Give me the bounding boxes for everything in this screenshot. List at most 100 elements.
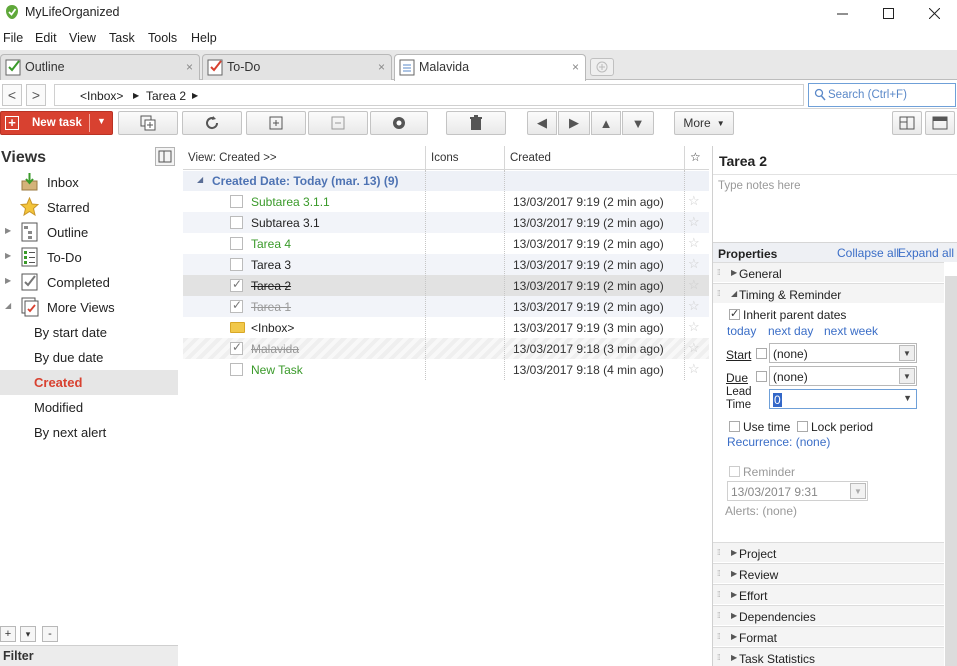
search-input[interactable]: Search (Ctrl+F) bbox=[828, 89, 907, 101]
section-task-statistics[interactable]: ⁞⁞ ▶ Task Statistics bbox=[713, 647, 944, 666]
view-starred[interactable]: Starred bbox=[0, 195, 178, 220]
view-options-button[interactable]: ▾ bbox=[20, 626, 36, 642]
task-checkbox[interactable] bbox=[230, 258, 243, 271]
tab-malavida[interactable]: Malavida × bbox=[394, 54, 586, 81]
move-down-button[interactable]: ▼ bbox=[622, 111, 654, 135]
add-view-button[interactable]: + bbox=[0, 626, 16, 642]
view-selector[interactable]: View: Created >> bbox=[188, 152, 277, 164]
task-checkbox[interactable] bbox=[230, 340, 243, 355]
inherit-dates-checkbox[interactable] bbox=[729, 307, 740, 320]
start-date-field[interactable]: (none) ▼ bbox=[769, 343, 917, 363]
tab-outline[interactable]: Outline × bbox=[0, 54, 200, 80]
view-by-due-date[interactable]: By due date bbox=[0, 345, 178, 370]
section-project[interactable]: ⁞⁞ ▶ Project bbox=[713, 542, 944, 562]
views-layout-button[interactable] bbox=[155, 147, 175, 166]
expand-arrow-icon[interactable]: ▶ bbox=[5, 251, 11, 260]
collapse-arrow-icon[interactable]: ◢ bbox=[197, 175, 203, 184]
start-checkbox[interactable] bbox=[756, 348, 767, 359]
new-task-button[interactable]: + New task ▼ bbox=[0, 111, 113, 135]
recurrence-link[interactable]: Recurrence: (none) bbox=[727, 435, 830, 449]
task-checkbox[interactable] bbox=[230, 237, 243, 250]
menu-tools[interactable]: Tools bbox=[148, 31, 177, 45]
remove-view-button[interactable]: - bbox=[42, 626, 58, 642]
tab-malavida-close[interactable]: × bbox=[572, 60, 579, 74]
reminder-date-field[interactable]: 13/03/2017 9:31 ▼ bbox=[727, 481, 868, 501]
task-checkbox[interactable] bbox=[230, 363, 243, 376]
add-subtask-button[interactable] bbox=[118, 111, 178, 135]
column-star[interactable]: ☆ bbox=[690, 150, 701, 164]
collapse-arrow-icon[interactable]: ◢ bbox=[5, 301, 11, 310]
menu-file[interactable]: File bbox=[3, 31, 23, 45]
section-general[interactable]: ⁞⁞ ▶ General bbox=[713, 262, 944, 282]
next-week-link[interactable]: next week bbox=[824, 324, 878, 338]
table-row[interactable]: Tarea 3 13/03/2017 9:19 (2 min ago) ☆ bbox=[183, 254, 709, 275]
expand-button[interactable] bbox=[246, 111, 306, 135]
due-date-field[interactable]: (none) ▼ bbox=[769, 366, 917, 386]
chevron-right-icon[interactable]: ▶ bbox=[192, 91, 198, 100]
more-button[interactable]: More ▼ bbox=[674, 111, 734, 135]
filter-bar[interactable]: Filter bbox=[0, 645, 178, 666]
properties-scrollbar[interactable] bbox=[945, 276, 957, 666]
next-day-link[interactable]: next day bbox=[768, 324, 813, 338]
view-completed[interactable]: ▶ Completed bbox=[0, 270, 178, 295]
minimize-button[interactable] bbox=[819, 0, 865, 26]
star-icon[interactable]: ☆ bbox=[688, 340, 700, 356]
view-more-views[interactable]: ◢ More Views bbox=[0, 295, 178, 320]
task-title[interactable]: Tarea 2 bbox=[719, 153, 767, 169]
breadcrumb-inbox[interactable]: <Inbox> bbox=[80, 89, 123, 103]
tab-todo[interactable]: To-Do × bbox=[202, 54, 392, 80]
today-link[interactable]: today bbox=[727, 324, 756, 338]
search-box[interactable]: Search (Ctrl+F) bbox=[808, 83, 956, 107]
group-header[interactable]: ◢ Created Date: Today (mar. 13) (9) bbox=[183, 171, 709, 191]
collapse-all-link[interactable]: Collapse all bbox=[837, 246, 899, 260]
panel-toggle-button[interactable] bbox=[925, 111, 955, 135]
forward-button[interactable]: > bbox=[26, 84, 46, 106]
star-icon[interactable]: ☆ bbox=[688, 319, 700, 335]
expand-all-link[interactable]: Expand all bbox=[898, 246, 954, 260]
star-icon[interactable]: ☆ bbox=[688, 256, 700, 272]
back-button[interactable]: < bbox=[2, 84, 22, 106]
task-checkbox[interactable] bbox=[230, 277, 243, 292]
delete-button[interactable] bbox=[446, 111, 506, 135]
layout-button[interactable] bbox=[892, 111, 922, 135]
column-icons[interactable]: Icons bbox=[431, 152, 459, 164]
lead-time-field[interactable]: 0 ▼ bbox=[769, 389, 917, 409]
sync-button[interactable] bbox=[182, 111, 242, 135]
table-row[interactable]: Subtarea 3.1.1 13/03/2017 9:19 (2 min ag… bbox=[183, 191, 709, 212]
star-icon[interactable]: ☆ bbox=[688, 214, 700, 230]
maximize-button[interactable] bbox=[865, 0, 911, 26]
section-timing-reminder[interactable]: ⁞⁞ ◢ Timing & Reminder bbox=[713, 283, 944, 303]
use-time-checkbox[interactable] bbox=[729, 421, 740, 432]
task-checkbox[interactable] bbox=[230, 216, 243, 229]
table-row[interactable]: Tarea 1 13/03/2017 9:19 (2 min ago) ☆ bbox=[183, 296, 709, 317]
chevron-down-icon[interactable]: ▼ bbox=[903, 393, 912, 403]
collapse-button[interactable] bbox=[308, 111, 368, 135]
star-icon[interactable]: ☆ bbox=[688, 298, 700, 314]
menu-edit[interactable]: Edit bbox=[35, 31, 57, 45]
table-row-selected[interactable]: Tarea 2 13/03/2017 9:19 (2 min ago) ☆ bbox=[183, 275, 709, 296]
move-right-button[interactable]: ▶ bbox=[558, 111, 590, 135]
dropdown-arrow-icon[interactable]: ▼ bbox=[97, 116, 106, 126]
view-by-next-alert[interactable]: By next alert bbox=[0, 420, 178, 445]
star-icon[interactable]: ☆ bbox=[688, 277, 700, 293]
task-checkbox[interactable] bbox=[230, 195, 243, 208]
expand-arrow-icon[interactable]: ▶ bbox=[5, 226, 11, 235]
lock-period-checkbox[interactable] bbox=[797, 421, 808, 432]
table-row[interactable]: New Task 13/03/2017 9:18 (4 min ago) ☆ bbox=[183, 359, 709, 380]
table-row[interactable]: Tarea 4 13/03/2017 9:19 (2 min ago) ☆ bbox=[183, 233, 709, 254]
tab-todo-close[interactable]: × bbox=[378, 60, 385, 74]
due-checkbox[interactable] bbox=[756, 371, 767, 382]
section-format[interactable]: ⁞⁞ ▶ Format bbox=[713, 626, 944, 646]
menu-task[interactable]: Task bbox=[109, 31, 135, 45]
breadcrumb-task[interactable]: Tarea 2 bbox=[146, 89, 186, 103]
notes-field[interactable]: Type notes here bbox=[718, 180, 800, 192]
chevron-down-icon[interactable]: ▼ bbox=[850, 483, 866, 499]
view-inbox[interactable]: Inbox bbox=[0, 170, 178, 195]
column-created[interactable]: Created bbox=[510, 152, 551, 164]
star-icon[interactable]: ☆ bbox=[688, 361, 700, 377]
close-window-button[interactable] bbox=[911, 0, 957, 26]
menu-help[interactable]: Help bbox=[191, 31, 217, 45]
table-row[interactable]: <Inbox> 13/03/2017 9:19 (3 min ago) ☆ bbox=[183, 317, 709, 338]
table-row[interactable]: Subtarea 3.1 13/03/2017 9:19 (2 min ago)… bbox=[183, 212, 709, 233]
view-outline[interactable]: ▶ Outline bbox=[0, 220, 178, 245]
